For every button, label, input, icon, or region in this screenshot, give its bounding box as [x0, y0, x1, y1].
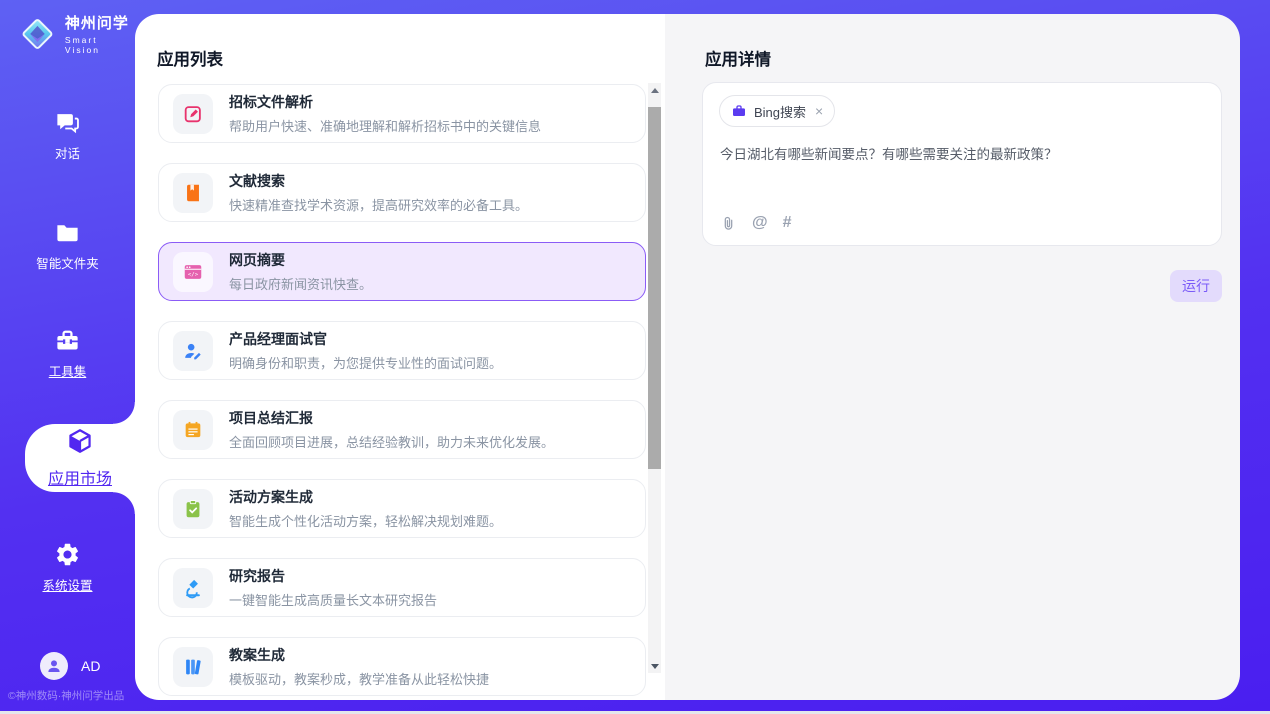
sidebar-item-label: 对话 [55, 143, 80, 162]
close-icon[interactable]: × [815, 104, 823, 118]
scroll-up-icon[interactable] [648, 83, 661, 97]
cube-icon [66, 427, 94, 460]
sidebar-item-label: 工具集 [49, 361, 87, 380]
app-card-title: 项目总结汇报 [229, 408, 554, 428]
brand-subtitle: Smart Vision [65, 35, 135, 55]
chat-icon [54, 108, 82, 136]
app-card-web-summary[interactable]: </> 网页摘要 每日政府新闻资讯快查。 [158, 242, 646, 301]
app-card-pm-interviewer[interactable]: 产品经理面试官 明确身份和职责，为您提供专业性的面试问题。 [158, 321, 646, 380]
app-card-research-report[interactable]: 研究报告 一键智能生成高质量长文本研究报告 [158, 558, 646, 617]
app-window: 神州问学 Smart Vision 对话 智能文件夹 [0, 0, 1270, 714]
browser-code-icon: </> [173, 252, 213, 292]
briefcase-icon [731, 103, 747, 119]
prompt-toolbar: @ # [720, 214, 792, 232]
brand-name: 神州问学 [65, 12, 135, 33]
books-icon [173, 647, 213, 687]
run-button[interactable]: 运行 [1170, 270, 1222, 302]
diamond-logo-icon [18, 14, 57, 54]
scroll-down-icon[interactable] [648, 659, 661, 673]
app-card-title: 网页摘要 [229, 250, 372, 270]
app-card-title: 活动方案生成 [229, 487, 502, 507]
book-icon [173, 173, 213, 213]
scrollbar-thumb[interactable] [648, 107, 661, 469]
app-detail-title: 应用详情 [705, 46, 771, 70]
app-card-project-summary[interactable]: 项目总结汇报 全面回顾项目进展，总结经验教训，助力未来优化发展。 [158, 400, 646, 459]
copyright-text: ©神州数码·神州问学出品 [8, 688, 124, 703]
brand-text: 神州问学 Smart Vision [65, 12, 135, 55]
app-list-panel: 应用列表 招标文件解析 帮助用户快速、准确地理解和解析招标书中的关键信息 [135, 14, 665, 700]
app-detail-panel: 应用详情 Bing搜索 × 今日湖北有哪些新闻要点？有哪些需要关注的最新政策？ … [665, 14, 1240, 700]
user-edit-icon [173, 331, 213, 371]
microscope-icon [173, 568, 213, 608]
app-card-title: 教案生成 [229, 645, 489, 665]
app-card-bid-document-parse[interactable]: 招标文件解析 帮助用户快速、准确地理解和解析招标书中的关键信息 [158, 84, 646, 143]
app-card-desc: 模板驱动，教案秒成，教学准备从此轻松快捷 [229, 669, 489, 688]
app-card-desc: 帮助用户快速、准确地理解和解析招标书中的关键信息 [229, 116, 541, 135]
tool-tag-label: Bing搜索 [754, 102, 806, 121]
app-card-desc: 智能生成个性化活动方案，轻松解决规划难题。 [229, 511, 502, 530]
app-list-title: 应用列表 [157, 46, 223, 70]
sidebar-item-chat[interactable]: 对话 [0, 108, 135, 162]
report-icon [173, 410, 213, 450]
folder-icon [54, 218, 82, 246]
app-list-scrollbar[interactable] [648, 83, 661, 673]
app-card-activity-plan[interactable]: 活动方案生成 智能生成个性化活动方案，轻松解决规划难题。 [158, 479, 646, 538]
mention-icon[interactable]: @ [752, 214, 768, 232]
sidebar: 神州问学 Smart Vision 对话 智能文件夹 [0, 0, 135, 714]
app-card-desc: 明确身份和职责，为您提供专业性的面试问题。 [229, 353, 502, 372]
app-card-lesson-plan[interactable]: 教案生成 模板驱动，教案秒成，教学准备从此轻松快捷 [158, 637, 646, 696]
user-initials: AD [81, 658, 100, 674]
sidebar-item-label: 智能文件夹 [36, 253, 99, 272]
sidebar-item-label: 应用市场 [48, 465, 112, 489]
pencil-square-icon [173, 94, 213, 134]
user-avatar-icon [40, 652, 68, 680]
tool-tag-bing-search[interactable]: Bing搜索 × [719, 95, 835, 127]
sidebar-item-toolset[interactable]: 工具集 [0, 326, 135, 380]
sidebar-item-label: 系统设置 [42, 575, 92, 594]
app-card-title: 研究报告 [229, 566, 437, 586]
clipboard-check-icon [173, 489, 213, 529]
app-card-list: 招标文件解析 帮助用户快速、准确地理解和解析招标书中的关键信息 文献搜索 快速精… [158, 84, 646, 696]
sidebar-item-smart-folder[interactable]: 智能文件夹 [0, 218, 135, 272]
app-card-literature-search[interactable]: 文献搜索 快速精准查找学术资源，提高研究效率的必备工具。 [158, 163, 646, 222]
app-card-desc: 每日政府新闻资讯快查。 [229, 274, 372, 293]
toolbox-icon [54, 326, 82, 354]
app-card-title: 招标文件解析 [229, 92, 541, 112]
app-card-desc: 快速精准查找学术资源，提高研究效率的必备工具。 [229, 195, 528, 214]
app-card-title: 文献搜索 [229, 171, 528, 191]
app-card-title: 产品经理面试官 [229, 329, 502, 349]
app-card-desc: 全面回顾项目进展，总结经验教训，助力未来优化发展。 [229, 432, 554, 451]
paperclip-icon[interactable] [720, 215, 737, 232]
sidebar-item-app-market[interactable]: 应用市场 [25, 424, 135, 492]
prompt-editor-card[interactable]: Bing搜索 × 今日湖北有哪些新闻要点？有哪些需要关注的最新政策？ @ # [702, 82, 1222, 246]
app-card-desc: 一键智能生成高质量长文本研究报告 [229, 590, 437, 609]
sidebar-item-settings[interactable]: 系统设置 [0, 540, 135, 594]
hash-icon[interactable]: # [783, 214, 792, 232]
user-account[interactable]: AD [40, 652, 100, 680]
gear-icon [54, 540, 82, 568]
prompt-text[interactable]: 今日湖北有哪些新闻要点？有哪些需要关注的最新政策？ [720, 143, 1200, 163]
svg-text:</>: </> [188, 272, 199, 278]
brand-logo: 神州问学 Smart Vision [18, 12, 135, 55]
